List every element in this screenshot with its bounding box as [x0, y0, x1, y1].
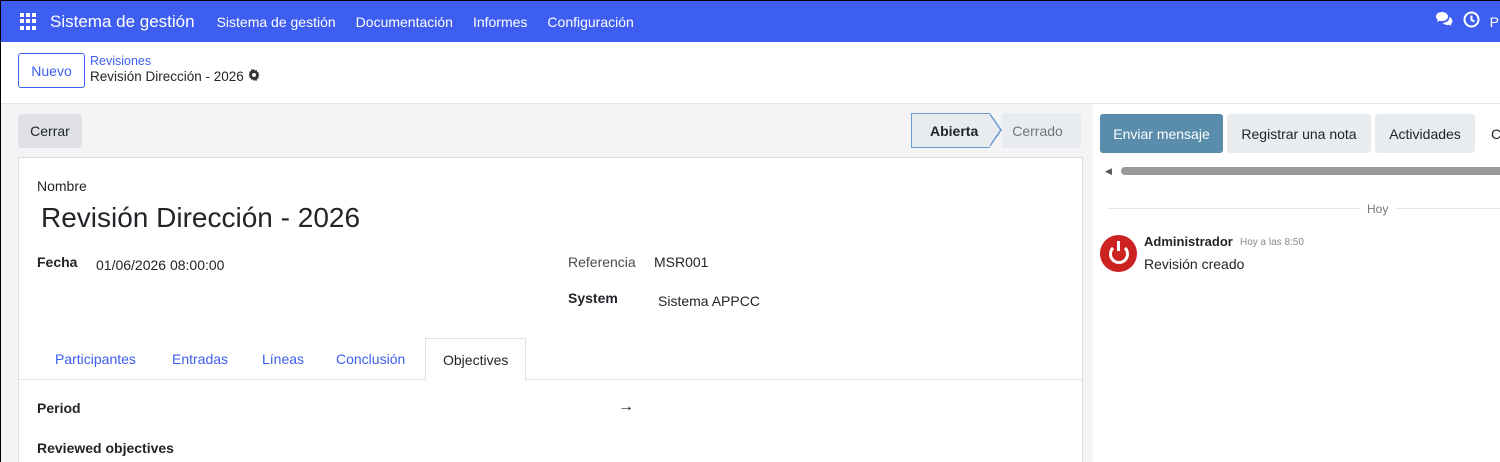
- message-time: Hoy a las 8:50: [1240, 237, 1304, 248]
- form-area: Cerrar Abierta Cerrado Nombre Revisión D…: [1, 104, 1093, 462]
- control-panel: Nuevo Revisiones Revisión Dirección - 20…: [1, 42, 1500, 104]
- app-name[interactable]: Sistema de gestión: [50, 12, 195, 32]
- tab-entradas[interactable]: Entradas: [172, 338, 228, 380]
- message-author[interactable]: Administrador: [1144, 234, 1233, 249]
- log-note-button[interactable]: Registrar una nota: [1227, 114, 1371, 153]
- menu-item-documentacion[interactable]: Documentación: [356, 14, 453, 30]
- status-closed[interactable]: Cerrado: [1002, 113, 1081, 148]
- horizontal-scrollbar[interactable]: [1121, 167, 1500, 175]
- date-separator-label: Hoy: [1359, 202, 1397, 216]
- user-menu[interactable]: P: [1490, 14, 1499, 30]
- menu-item-configuracion[interactable]: Configuración: [547, 14, 633, 30]
- period-arrow-icon: →: [618, 398, 634, 415]
- menu-item-sistema-gestion[interactable]: Sistema de gestión: [217, 14, 336, 30]
- breadcrumb-current-label: Revisión Dirección - 2026: [90, 69, 244, 84]
- activities-button[interactable]: Actividades: [1375, 114, 1475, 153]
- tab-lineas[interactable]: Líneas: [262, 338, 304, 380]
- reviewed-objectives-label: Reviewed objectives: [37, 440, 174, 456]
- scroll-left-icon[interactable]: ◀: [1105, 166, 1112, 177]
- gear-icon[interactable]: [248, 68, 260, 86]
- tab-conclusion[interactable]: Conclusión: [336, 338, 405, 380]
- new-button[interactable]: Nuevo: [18, 53, 85, 88]
- breadcrumb: Revisiones Revisión Dirección - 2026: [90, 54, 260, 86]
- status-open[interactable]: Abierta: [911, 113, 991, 148]
- apps-grid-icon[interactable]: [20, 12, 38, 31]
- chat-icon[interactable]: [1435, 11, 1453, 32]
- status-bar: Abierta Cerrado: [911, 113, 1081, 148]
- record-title-field[interactable]: Revisión Dirección - 2026: [41, 202, 360, 234]
- menu-item-informes[interactable]: Informes: [473, 14, 527, 30]
- name-label: Nombre: [37, 178, 87, 194]
- period-label: Period: [37, 400, 81, 416]
- more-button[interactable]: C: [1491, 114, 1500, 153]
- chatter: Enviar mensaje Registrar una nota Activi…: [1093, 104, 1500, 462]
- top-navbar: Sistema de gestión Sistema de gestión Do…: [1, 1, 1500, 42]
- fecha-field[interactable]: 01/06/2026 08:00:00: [96, 257, 224, 273]
- tab-objectives[interactable]: Objectives: [425, 338, 527, 381]
- breadcrumb-current: Revisión Dirección - 2026: [90, 68, 260, 86]
- send-message-button[interactable]: Enviar mensaje: [1100, 114, 1223, 153]
- breadcrumb-parent-link[interactable]: Revisiones: [90, 54, 260, 68]
- status-arrow-icon: [989, 113, 1003, 147]
- message-body: Revisión creado: [1144, 256, 1245, 272]
- system-field[interactable]: Sistema APPCC: [658, 293, 760, 309]
- notebook-tabs: Participantes Entradas Líneas Conclusión…: [19, 338, 1082, 381]
- tab-participantes[interactable]: Participantes: [55, 338, 136, 380]
- power-icon: [1108, 240, 1129, 264]
- fecha-label: Fecha: [37, 254, 78, 270]
- navbar-right: P: [1435, 1, 1500, 42]
- date-divider: [1108, 208, 1500, 209]
- referencia-label: Referencia: [568, 254, 636, 270]
- close-button[interactable]: Cerrar: [18, 114, 82, 148]
- avatar[interactable]: [1100, 235, 1137, 272]
- referencia-field[interactable]: MSR001: [654, 254, 708, 270]
- system-label: System: [568, 290, 618, 306]
- form-sheet: Nombre Revisión Dirección - 2026 Fecha 0…: [18, 157, 1083, 462]
- clock-icon[interactable]: [1463, 11, 1480, 33]
